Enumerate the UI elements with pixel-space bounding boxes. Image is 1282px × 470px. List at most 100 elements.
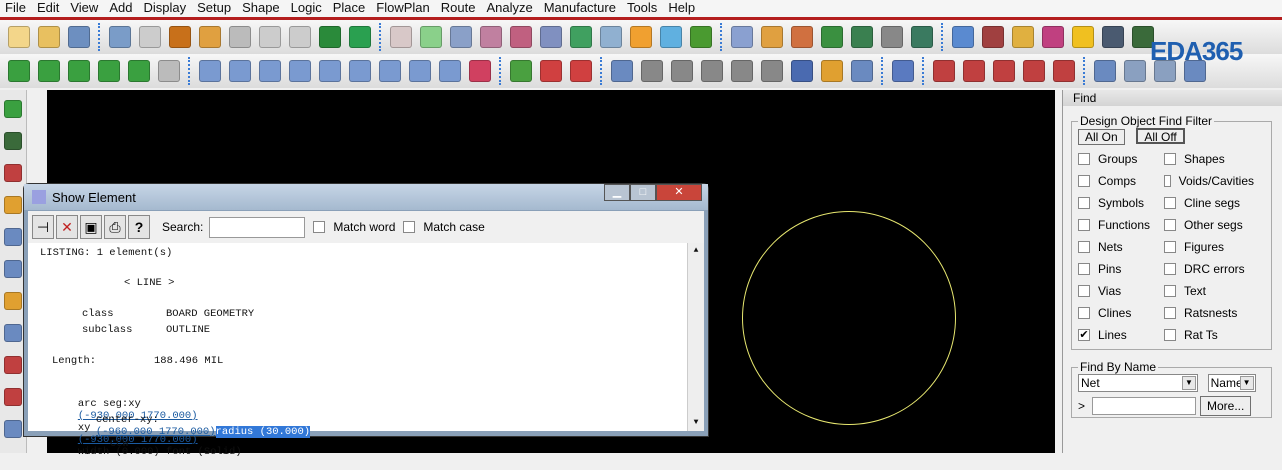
close-button[interactable]: ✕ <box>656 184 702 201</box>
down2-icon[interactable] <box>289 26 311 48</box>
corner-icon[interactable] <box>199 60 221 82</box>
route-icon[interactable] <box>892 60 914 82</box>
report4-icon[interactable] <box>1023 60 1045 82</box>
checkbox[interactable]: ✔ <box>1078 329 1090 341</box>
report3-icon[interactable] <box>993 60 1015 82</box>
mode4-icon[interactable] <box>98 60 120 82</box>
name-input[interactable] <box>1092 397 1196 415</box>
green-grid-icon[interactable] <box>420 26 442 48</box>
save-icon[interactable] <box>68 26 90 48</box>
center-xy-link[interactable]: (-960.000 1770.000) <box>96 426 216 438</box>
checkbox[interactable] <box>1164 153 1176 165</box>
select-icon[interactable] <box>289 60 311 82</box>
dialog-titlebar[interactable]: Show Element ▁ □ ✕ <box>24 184 708 210</box>
menu-logic[interactable]: Logic <box>286 0 328 18</box>
minimize-button[interactable]: ▁ <box>604 184 630 201</box>
new-icon[interactable] <box>8 26 30 48</box>
3d-icon[interactable] <box>660 26 682 48</box>
pin-icon[interactable]: ⊣ <box>32 215 54 239</box>
pen-icon[interactable] <box>1042 26 1064 48</box>
checkbox[interactable] <box>1164 219 1176 231</box>
mode1-icon[interactable] <box>8 60 30 82</box>
camera-icon[interactable] <box>701 60 723 82</box>
delete-shape-icon[interactable] <box>469 60 491 82</box>
checkbox[interactable] <box>1078 175 1090 187</box>
open-icon[interactable] <box>38 26 60 48</box>
square-icon[interactable] <box>379 60 401 82</box>
green-blob-icon[interactable] <box>319 26 341 48</box>
object-type-select[interactable]: Net ▼ <box>1078 374 1198 392</box>
filter-drc-errors[interactable]: DRC errors <box>1164 261 1254 277</box>
match-case-checkbox[interactable] <box>403 221 416 233</box>
bowtie-icon[interactable] <box>1124 60 1146 82</box>
ruler-icon[interactable] <box>4 228 22 246</box>
u1-icon[interactable] <box>4 132 22 150</box>
checkbox[interactable] <box>1078 307 1090 319</box>
down-icon[interactable] <box>229 26 251 48</box>
mode5-icon[interactable] <box>128 60 150 82</box>
more-button[interactable]: More... <box>1200 396 1252 416</box>
board-icon[interactable] <box>510 60 532 82</box>
filter-comps[interactable]: Comps <box>1078 173 1164 189</box>
checkbox[interactable] <box>1164 329 1176 341</box>
report5-icon[interactable] <box>1053 60 1075 82</box>
filter-pins[interactable]: Pins <box>1078 261 1164 277</box>
menu-route[interactable]: Route <box>436 0 482 18</box>
filter-clines[interactable]: Clines <box>1078 305 1164 321</box>
delete-icon[interactable] <box>169 26 191 48</box>
listing-text-area[interactable]: LISTING: 1 element(s) < LINE > class BOA… <box>28 243 704 458</box>
mode3-icon[interactable] <box>68 60 90 82</box>
info-icon[interactable] <box>952 26 974 48</box>
checkbox[interactable] <box>1078 219 1090 231</box>
scroll-down-icon[interactable]: ▼ <box>688 415 704 431</box>
tp-icon[interactable] <box>821 60 843 82</box>
odb-icon[interactable] <box>611 60 633 82</box>
filter-voids-cavities[interactable]: Voids/Cavities <box>1164 173 1254 189</box>
checkbox[interactable] <box>1164 175 1171 187</box>
zoom-prev-icon[interactable] <box>570 26 592 48</box>
undo-icon[interactable] <box>199 26 221 48</box>
flip-icon[interactable] <box>690 26 712 48</box>
frame-icon[interactable] <box>439 60 461 82</box>
pin-icon[interactable] <box>349 26 371 48</box>
grid-pcb-icon[interactable] <box>390 26 412 48</box>
menu-analyze[interactable]: Analyze <box>481 0 538 18</box>
menu-shape[interactable]: Shape <box>237 0 286 18</box>
filter-ratsnests[interactable]: Ratsnests <box>1164 305 1254 321</box>
copy-icon[interactable] <box>139 26 161 48</box>
zoom-in-icon[interactable] <box>510 26 532 48</box>
checkbox[interactable] <box>1164 285 1176 297</box>
cm-icon[interactable] <box>851 26 873 48</box>
zoom-fit-icon[interactable] <box>450 26 472 48</box>
menu-flowplan[interactable]: FlowPlan <box>371 0 435 18</box>
filter-vias[interactable]: Vias <box>1078 283 1164 299</box>
menu-place[interactable]: Place <box>328 0 372 18</box>
checkbox[interactable] <box>1078 241 1090 253</box>
list-icon[interactable] <box>761 60 783 82</box>
wrench-icon[interactable] <box>671 60 693 82</box>
matrix-icon[interactable] <box>791 60 813 82</box>
zoom-sel-icon[interactable] <box>600 26 622 48</box>
filter-shapes[interactable]: Shapes <box>1164 151 1254 167</box>
menu-edit[interactable]: Edit <box>32 0 65 18</box>
rename-icon[interactable] <box>731 60 753 82</box>
menu-manufacture[interactable]: Manufacture <box>539 0 622 18</box>
measure-icon[interactable] <box>1012 26 1034 48</box>
fanout-icon[interactable] <box>4 292 22 310</box>
move-icon[interactable] <box>109 26 131 48</box>
checkbox[interactable] <box>1164 263 1176 275</box>
mode6-icon[interactable] <box>158 60 180 82</box>
zoom-window-icon[interactable] <box>480 26 502 48</box>
color-icon[interactable] <box>761 26 783 48</box>
filter-text[interactable]: Text <box>1164 283 1254 299</box>
arc-icon[interactable] <box>349 60 371 82</box>
dim2-icon[interactable] <box>570 60 592 82</box>
report1-icon[interactable] <box>933 60 955 82</box>
property-icon[interactable] <box>982 26 1004 48</box>
save-icon[interactable]: ▣ <box>80 215 102 239</box>
wave-icon[interactable] <box>4 260 22 278</box>
menu-tools[interactable]: Tools <box>622 0 663 18</box>
filter-figures[interactable]: Figures <box>1164 239 1254 255</box>
dim-icon[interactable] <box>540 60 562 82</box>
help-icon[interactable]: ? <box>128 215 150 239</box>
